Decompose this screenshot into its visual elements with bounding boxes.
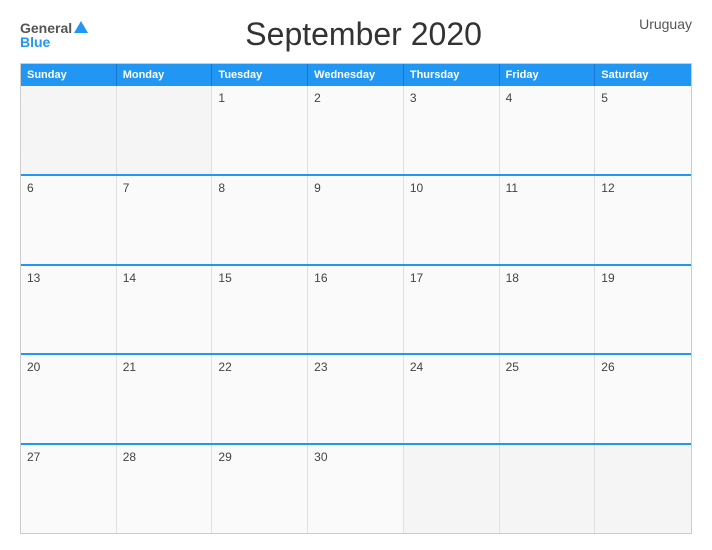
day-cell-3-3: 23 <box>308 355 404 443</box>
country-label: Uruguay <box>639 16 692 32</box>
day-cell-3-1: 21 <box>117 355 213 443</box>
day-cell-4-1: 28 <box>117 445 213 533</box>
header-friday: Friday <box>500 64 596 86</box>
day-cell-0-0 <box>21 86 117 174</box>
day-number: 14 <box>123 271 136 285</box>
day-cell-3-5: 25 <box>500 355 596 443</box>
day-cell-1-1: 7 <box>117 176 213 264</box>
day-number: 10 <box>410 181 423 195</box>
week-row-5: 27 28 29 30 <box>21 443 691 533</box>
week-row-4: 20 21 22 23 24 25 26 <box>21 353 691 443</box>
day-number: 29 <box>218 450 231 464</box>
day-number: 2 <box>314 91 321 105</box>
day-number: 20 <box>27 360 40 374</box>
day-number: 5 <box>601 91 608 105</box>
header-sunday: Sunday <box>21 64 117 86</box>
day-cell-1-6: 12 <box>595 176 691 264</box>
day-cell-3-6: 26 <box>595 355 691 443</box>
day-cell-2-0: 13 <box>21 266 117 354</box>
day-cell-3-4: 24 <box>404 355 500 443</box>
header-thursday: Thursday <box>404 64 500 86</box>
day-number: 16 <box>314 271 327 285</box>
day-cell-0-6: 5 <box>595 86 691 174</box>
day-cell-4-5 <box>500 445 596 533</box>
day-cell-4-2: 29 <box>212 445 308 533</box>
day-number: 17 <box>410 271 423 285</box>
day-number: 3 <box>410 91 417 105</box>
day-number: 13 <box>27 271 40 285</box>
day-cell-1-4: 10 <box>404 176 500 264</box>
day-number: 30 <box>314 450 327 464</box>
day-number: 18 <box>506 271 519 285</box>
header-saturday: Saturday <box>595 64 691 86</box>
day-number: 25 <box>506 360 519 374</box>
header-wednesday: Wednesday <box>308 64 404 86</box>
week-row-2: 6 7 8 9 10 11 12 <box>21 174 691 264</box>
day-number: 15 <box>218 271 231 285</box>
day-cell-1-0: 6 <box>21 176 117 264</box>
day-number: 21 <box>123 360 136 374</box>
weeks-container: 1234567891011121314151617181920212223242… <box>21 86 691 533</box>
day-number: 11 <box>506 181 518 195</box>
day-number: 22 <box>218 360 231 374</box>
day-number: 27 <box>27 450 40 464</box>
logo-triangle-icon <box>74 21 88 33</box>
day-cell-0-3: 2 <box>308 86 404 174</box>
day-cell-2-3: 16 <box>308 266 404 354</box>
day-cell-0-4: 3 <box>404 86 500 174</box>
day-number: 28 <box>123 450 136 464</box>
day-number: 23 <box>314 360 327 374</box>
day-number: 19 <box>601 271 614 285</box>
day-cell-2-2: 15 <box>212 266 308 354</box>
day-cell-4-3: 30 <box>308 445 404 533</box>
day-cell-1-3: 9 <box>308 176 404 264</box>
week-row-1: 1 2 3 4 5 <box>21 86 691 174</box>
calendar-page: General Blue September 2020 Uruguay Sund… <box>0 0 712 550</box>
header-monday: Monday <box>117 64 213 86</box>
day-cell-0-2: 1 <box>212 86 308 174</box>
day-cell-2-5: 18 <box>500 266 596 354</box>
day-number: 4 <box>506 91 513 105</box>
day-number: 9 <box>314 181 321 195</box>
calendar: Sunday Monday Tuesday Wednesday Thursday… <box>20 63 692 534</box>
day-cell-2-4: 17 <box>404 266 500 354</box>
day-number: 24 <box>410 360 423 374</box>
day-cell-0-1 <box>117 86 213 174</box>
day-number: 1 <box>218 91 225 105</box>
day-cell-4-4 <box>404 445 500 533</box>
day-number: 26 <box>601 360 614 374</box>
header-tuesday: Tuesday <box>212 64 308 86</box>
day-cell-2-1: 14 <box>117 266 213 354</box>
page-title: September 2020 <box>88 16 639 53</box>
day-cell-1-2: 8 <box>212 176 308 264</box>
day-headers: Sunday Monday Tuesday Wednesday Thursday… <box>21 64 691 86</box>
day-cell-3-2: 22 <box>212 355 308 443</box>
logo-general-text: General <box>20 21 72 35</box>
day-cell-0-5: 4 <box>500 86 596 174</box>
week-row-3: 13 14 15 16 17 18 19 <box>21 264 691 354</box>
day-number: 7 <box>123 181 130 195</box>
day-number: 6 <box>27 181 34 195</box>
day-number: 8 <box>218 181 225 195</box>
day-number: 12 <box>601 181 614 195</box>
day-cell-2-6: 19 <box>595 266 691 354</box>
day-cell-4-6 <box>595 445 691 533</box>
logo: General Blue <box>20 21 88 49</box>
logo-blue-text: Blue <box>20 35 50 49</box>
header: General Blue September 2020 Uruguay <box>20 16 692 53</box>
day-cell-4-0: 27 <box>21 445 117 533</box>
day-cell-3-0: 20 <box>21 355 117 443</box>
day-cell-1-5: 11 <box>500 176 596 264</box>
